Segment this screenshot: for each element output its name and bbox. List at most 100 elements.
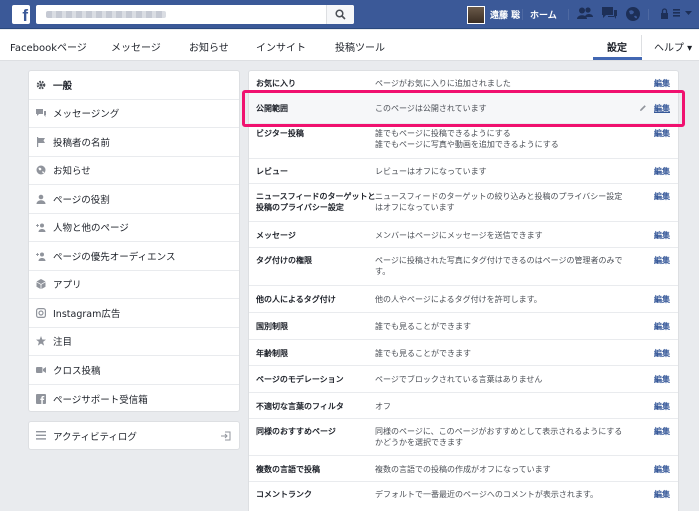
edit-link[interactable]: 編集 (654, 374, 670, 385)
facebook-icon (36, 393, 46, 404)
edit-link[interactable]: 編集 (654, 401, 670, 412)
setting-label: 不適切な言葉のフィルタ (256, 402, 344, 411)
setting-label: コメントランク (256, 490, 312, 499)
sidebar-item-label: Instagram広告 (53, 308, 121, 320)
settings-row-newsfeed-targeting[interactable]: ニュースフィードのターゲットと 投稿のプライバシー設定 ニュースフィードのターゲ… (249, 184, 678, 222)
edit-link[interactable]: 編集 (654, 348, 670, 359)
activity-log-link[interactable]: アクティビティログ (28, 421, 240, 450)
search-input[interactable] (36, 5, 354, 24)
sidebar-item-page-support-inbox[interactable]: ページサポート受信箱 (29, 385, 239, 412)
setting-label: レビュー (256, 167, 288, 176)
setting-value: 同様のページに、このページがおすすめとして表示されるようにする かどうかを選択で… (375, 427, 623, 447)
search-icon (335, 9, 346, 20)
settings-row-reviews[interactable]: レビュー レビューはオフになっています 編集 (249, 159, 678, 184)
edit-link[interactable]: 編集 (654, 78, 670, 89)
edit-link[interactable]: 編集 (654, 294, 670, 305)
settings-row-similar-pages[interactable]: 同様のおすすめページ 同様のページに、このページがおすすめとして表示されるように… (249, 419, 678, 456)
sidebar-item-apps[interactable]: アプリ (29, 271, 239, 299)
divider (641, 35, 642, 56)
person-icon (36, 194, 46, 204)
setting-label: ページのモデレーション (256, 375, 344, 384)
sidebar-item-people-and-pages[interactable]: 人物と他のページ (29, 214, 239, 242)
settings-row-messages[interactable]: メッセージ メンバーはページにメッセージを送信できます 編集 (249, 222, 678, 248)
setting-value: 誰でも見ることができます (375, 322, 471, 331)
settings-row-country-restrictions[interactable]: 国別制限 誰でも見ることができます 編集 (249, 313, 678, 340)
sidebar-item-label: 投稿者の名前 (53, 137, 111, 149)
tab-notifications[interactable]: お知らせ (189, 39, 229, 54)
tab-help[interactable]: ヘルプ ▾ (654, 39, 692, 54)
chevron-down-icon[interactable] (685, 11, 692, 16)
edit-link[interactable]: 編集 (654, 128, 670, 139)
setting-value: 他の人やページによるタグ付けを許可します。 (375, 295, 542, 304)
tab-insights[interactable]: インサイト (256, 39, 306, 54)
setting-value: ニュースフィードのターゲットの絞り込みと投稿のプライバシー設定 はオフになってい… (375, 192, 623, 212)
tab-messages[interactable]: メッセージ (111, 39, 161, 54)
setting-value: 誰でも見ることができます (375, 349, 471, 358)
list-icon (36, 431, 46, 441)
edit-link[interactable]: 編集 (654, 321, 670, 332)
facebook-logo-icon[interactable]: f (12, 5, 30, 24)
settings-row-profanity-filter[interactable]: 不適切な言葉のフィルタ オフ 編集 (249, 393, 678, 419)
top-bar: f 遠藤 聡 ホーム (0, 0, 699, 29)
edit-link[interactable]: 編集 (654, 230, 670, 241)
flag-icon (36, 136, 46, 147)
friend-requests-icon[interactable] (576, 6, 594, 22)
sidebar-item-label: メッセージング (53, 109, 120, 121)
person-plus-icon (36, 222, 46, 233)
settings-row-multilingual-posts[interactable]: 複数の言語で投稿 複数の言語での投稿の作成がオフになっています 編集 (249, 456, 678, 482)
sidebar-item-featured[interactable]: 注目 (29, 328, 239, 356)
avatar (467, 5, 485, 24)
tab-publishing-tools[interactable]: 投稿ツール (335, 39, 385, 54)
sidebar-item-label: 注目 (53, 337, 73, 349)
sidebar-item-preferred-audience[interactable]: ページの優先オーディエンス (29, 242, 239, 271)
edit-link[interactable]: 編集 (654, 464, 670, 475)
edit-link[interactable]: 編集 (654, 166, 670, 177)
tab-settings[interactable]: 設定 (607, 39, 627, 54)
search-button[interactable] (326, 5, 354, 24)
edit-link[interactable]: 編集 (654, 191, 670, 202)
settings-table: お気に入り ページがお気に入りに追加されました 編集 公開範囲 このページは公開… (248, 70, 679, 511)
sidebar-item-page-roles[interactable]: ページの役割 (29, 185, 239, 214)
home-link[interactable]: ホーム (530, 8, 557, 21)
edit-link[interactable]: 編集 (654, 255, 670, 266)
star-icon (36, 336, 46, 346)
video-icon (36, 365, 46, 375)
highlight-annotation (242, 90, 685, 127)
sidebar-item-crossposting[interactable]: クロス投稿 (29, 356, 239, 385)
profile-link[interactable]: 遠藤 聡 (467, 5, 520, 24)
sidebar-item-notifications[interactable]: お知らせ (29, 157, 239, 185)
settings-sidebar: 一般 メッセージング 投稿者の名前 お知らせ ページの役割 人物と他のページ ペ… (28, 70, 240, 412)
activity-log-label: アクティビティログ (53, 431, 137, 443)
setting-label: 他の人によるタグ付け (256, 295, 336, 304)
tab-facebook-page[interactable]: Facebookページ (10, 39, 87, 54)
setting-value: ページに投稿された写真にタグ付けできるのはページの管理者のみで す。 (375, 256, 623, 276)
profile-name: 遠藤 聡 (490, 11, 521, 21)
sidebar-item-posting-name[interactable]: 投稿者の名前 (29, 128, 239, 157)
setting-value: ページでブロックされている言葉はありません (375, 375, 543, 384)
settings-row-tagging-ability[interactable]: タグ付けの権限 ページに投稿された写真にタグ付けできるのはページの管理者のみで … (249, 248, 678, 286)
sidebar-item-messaging[interactable]: メッセージング (29, 100, 239, 128)
blurred-search-text (46, 11, 166, 18)
setting-label: ニュースフィードのターゲットと 投稿のプライバシー設定 (256, 192, 376, 212)
lock-icon[interactable] (660, 8, 669, 19)
settings-row-page-moderation[interactable]: ページのモデレーション ページでブロックされている言葉はありません 編集 (249, 366, 678, 393)
messages-icon[interactable] (601, 6, 618, 22)
sidebar-item-instagram-ads[interactable]: Instagram広告 (29, 299, 239, 328)
setting-label: メッセージ (256, 231, 296, 240)
setting-label: ビジター投稿 (256, 129, 304, 138)
setting-value: デフォルトで一番最近のページへのコメントが表示されます。 (375, 490, 599, 499)
settings-row-others-tagging[interactable]: 他の人によるタグ付け 他の人やページによるタグ付けを許可します。 編集 (249, 286, 678, 313)
settings-row-age-restrictions[interactable]: 年齢制限 誰でも見ることができます 編集 (249, 340, 678, 366)
edit-link[interactable]: 編集 (654, 489, 670, 500)
sidebar-item-label: 一般 (53, 80, 73, 92)
notifications-globe-icon[interactable] (625, 6, 641, 22)
setting-label: 年齢制限 (256, 349, 288, 358)
sidebar-item-label: ページの役割 (53, 194, 110, 206)
settings-row-comment-ranking[interactable]: コメントランク デフォルトで一番最近のページへのコメントが表示されます。 編集 (249, 482, 678, 511)
globe-icon (36, 165, 46, 175)
edit-link[interactable]: 編集 (654, 426, 670, 437)
menu-lines-icon[interactable] (673, 9, 680, 17)
settings-row-visitor-posts[interactable]: ビジター投稿 誰でもページに投稿できるようにする 誰でもページに写真や動画を追加… (249, 124, 678, 159)
sidebar-item-label: 人物と他のページ (53, 223, 129, 235)
sidebar-item-general[interactable]: 一般 (29, 71, 239, 100)
